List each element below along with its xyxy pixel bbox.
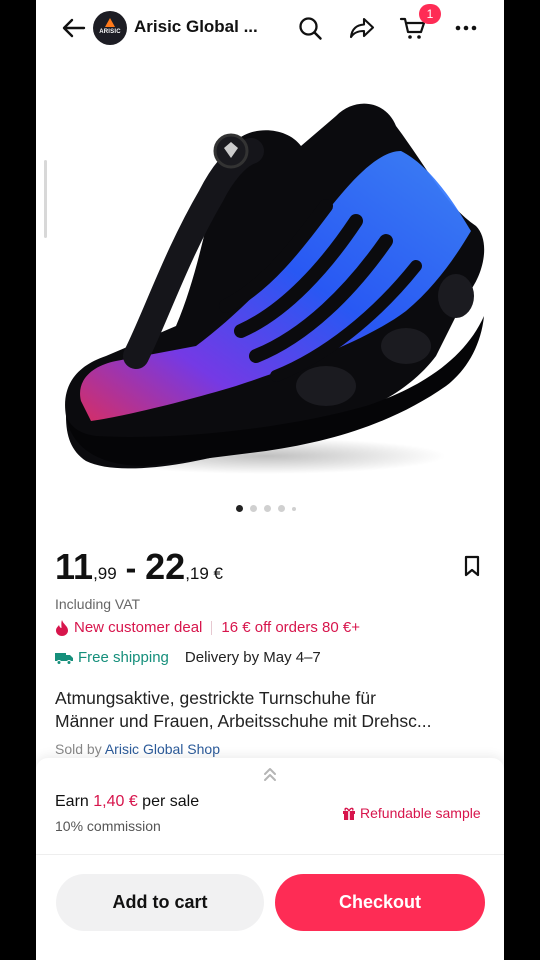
checkout-button[interactable]: Checkout — [275, 874, 485, 931]
page-dot[interactable] — [292, 506, 296, 511]
price-dash: - — [116, 550, 146, 586]
sold-by-shop-link[interactable]: Arisic Global Shop — [105, 741, 220, 757]
deal-separator — [211, 620, 213, 635]
price-range: 11,99 - 22,19 € — [55, 546, 223, 588]
share-icon[interactable] — [348, 14, 376, 42]
earn-amount: 1,40 € — [93, 793, 138, 810]
page-dot[interactable] — [250, 505, 257, 512]
commission-rate: 10% commission — [55, 818, 161, 834]
deal-offer: 16 € off orders 80 €+ — [221, 619, 360, 636]
back-arrow-icon[interactable] — [60, 14, 88, 42]
refundable-label: Refundable sample — [360, 805, 481, 821]
new-customer-deal[interactable]: New customer deal 16 € off orders 80 €+ — [55, 619, 360, 636]
affiliate-sheet: Earn 1,40 € per sale 10% commission Refu… — [36, 758, 504, 960]
shop-name[interactable]: Arisic Global ... — [134, 17, 258, 37]
sold-by: Sold by Arisic Global Shop — [55, 741, 220, 757]
earn-per-sale: Earn 1,40 € per sale — [55, 793, 199, 811]
cart-count-badge: 1 — [419, 4, 441, 24]
add-to-cart-button[interactable]: Add to cart — [56, 874, 264, 931]
sneaker-image — [65, 103, 485, 474]
logo-triangle-icon — [105, 18, 115, 27]
price-low-cents: ,99 — [93, 564, 117, 583]
image-pagination — [236, 505, 296, 512]
bookmark-icon[interactable] — [460, 554, 484, 578]
product-title-line: Männer und Frauen, Arbeitsschuhe mit Dre… — [55, 711, 432, 731]
top-bar: ARISIC Arisic Global ... 1 — [36, 0, 504, 56]
shipping-info[interactable]: Free shipping Delivery by May 4–7 — [55, 649, 321, 666]
scroll-indicator — [44, 160, 47, 238]
more-icon[interactable] — [452, 14, 480, 42]
page-dot[interactable] — [236, 505, 243, 512]
price-low-whole: 11 — [55, 546, 94, 587]
sold-by-prefix: Sold by — [55, 741, 105, 757]
delivery-estimate: Delivery by May 4–7 — [184, 649, 321, 666]
free-shipping-label: Free shipping — [78, 649, 169, 666]
logo-text: ARISIC — [99, 29, 121, 35]
product-title-line: Atmungsaktive, gestrickte Turnschuhe für — [55, 688, 376, 708]
search-icon[interactable] — [296, 14, 324, 42]
earn-prefix: Earn — [55, 793, 94, 810]
gift-icon — [343, 807, 355, 820]
earn-suffix: per sale — [137, 793, 200, 810]
page-dot[interactable] — [264, 505, 271, 512]
page-dot[interactable] — [278, 505, 285, 512]
product-screen: ARISIC Arisic Global ... 1 11,99 - 22,19… — [36, 0, 504, 960]
flame-icon — [56, 619, 68, 636]
price-high-cents: ,19 € — [185, 564, 223, 583]
deal-label: New customer deal — [74, 619, 203, 636]
refundable-sample-link[interactable]: Refundable sample — [342, 805, 481, 821]
shop-avatar[interactable]: ARISIC — [93, 11, 127, 45]
vat-note: Including VAT — [55, 596, 141, 612]
product-title[interactable]: Atmungsaktive, gestrickte Turnschuhe für… — [55, 687, 485, 733]
divider — [36, 854, 504, 855]
price-high-whole: 22 — [145, 546, 186, 587]
chevron-up-icon[interactable] — [261, 766, 279, 782]
truck-icon — [55, 652, 73, 665]
product-image[interactable] — [36, 56, 504, 496]
